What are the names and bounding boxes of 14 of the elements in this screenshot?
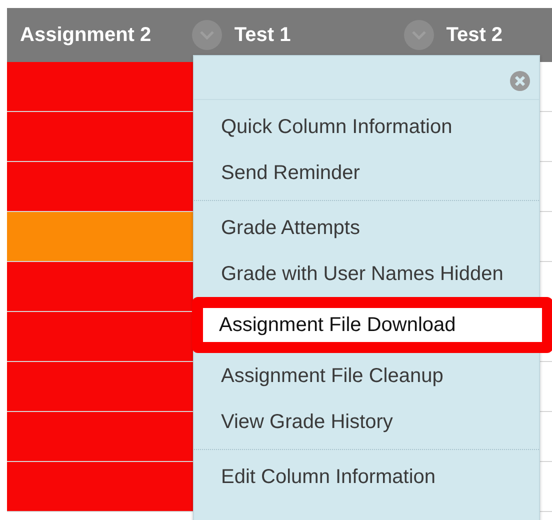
menu-item[interactable]: Quick Column Information <box>194 104 539 150</box>
chevron-button[interactable] <box>404 20 434 50</box>
menu-item[interactable]: Assignment File Cleanup <box>194 353 539 399</box>
column-header[interactable]: Assignment 2 <box>20 20 152 50</box>
menu-item[interactable]: Grade Attempts <box>194 205 539 251</box>
menu-item[interactable]: Assignment File Download <box>192 297 552 353</box>
column-header[interactable]: Test 1 <box>234 20 291 50</box>
menu-item[interactable]: Edit Column Information <box>194 454 539 500</box>
close-icon[interactable] <box>509 70 531 92</box>
menu-item[interactable]: Send Reminder <box>194 150 539 196</box>
menu-item[interactable]: Grade with User Names Hidden <box>194 251 539 297</box>
column-header[interactable]: Test 2 <box>446 20 503 50</box>
menu-item[interactable]: View Grade History <box>194 399 539 445</box>
chevron-button[interactable] <box>192 20 222 50</box>
